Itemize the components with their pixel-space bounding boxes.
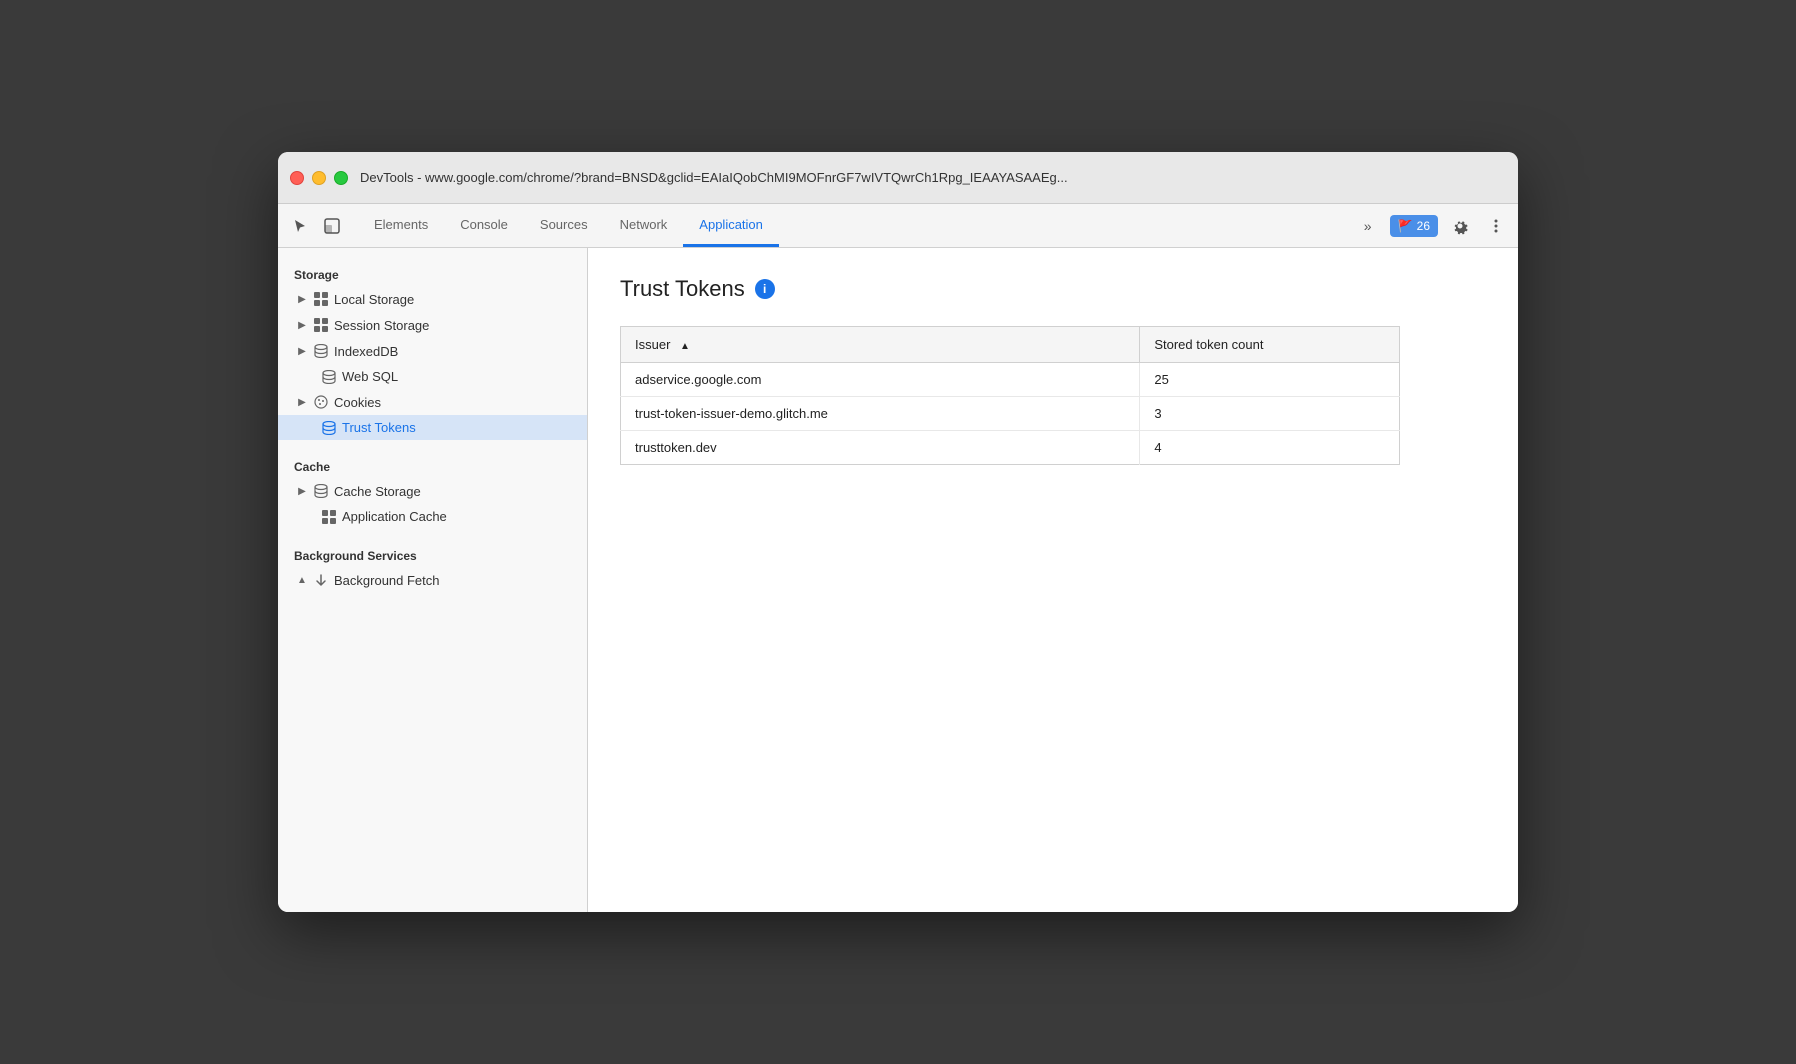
sidebar-item-session-storage[interactable]: ▶ Session Storage [278,312,587,338]
maximize-button[interactable] [334,171,348,185]
background-services-section-title: Background Services [278,541,587,567]
trust-tokens-table: Issuer ▲ Stored token count adservice.go… [620,326,1400,465]
tab-network[interactable]: Network [604,204,684,247]
close-button[interactable] [290,171,304,185]
toolbar-left [286,204,346,247]
cache-storage-icon [314,484,328,498]
cache-storage-label: Cache Storage [334,484,421,499]
expand-arrow-icon: ▶ [294,291,310,307]
cursor-icon[interactable] [286,212,314,240]
count-cell: 25 [1140,363,1400,397]
sidebar-item-cache-storage[interactable]: ▶ Cache Storage [278,478,587,504]
issues-count: 26 [1417,219,1430,233]
dock-icon[interactable] [318,212,346,240]
more-options-button[interactable] [1482,212,1510,240]
sidebar-item-local-storage[interactable]: ▶ Local Storage [278,286,587,312]
devtools-window: DevTools - www.google.com/chrome/?brand=… [278,152,1518,912]
settings-button[interactable] [1446,212,1474,240]
tabs-container: Elements Console Sources Network Applica… [358,204,1346,247]
table-row: trusttoken.dev 4 [621,431,1400,465]
sidebar: Storage ▶ Local Storage ▶ [278,248,588,912]
indexed-db-icon [314,344,328,358]
expand-arrow-icon: ▶ [294,483,310,499]
sidebar-item-indexed-db[interactable]: ▶ IndexedDB [278,338,587,364]
sidebar-item-cookies[interactable]: ▶ Cookies [278,389,587,415]
tab-bar: Elements Console Sources Network Applica… [278,204,1518,248]
local-storage-label: Local Storage [334,292,414,307]
expand-arrow-icon: ▶ [294,343,310,359]
tab-sources[interactable]: Sources [524,204,604,247]
token-count-column-header[interactable]: Stored token count [1140,327,1400,363]
session-storage-label: Session Storage [334,318,429,333]
trust-tokens-icon [322,421,336,435]
toolbar-right: » 🚩 26 [1354,204,1510,247]
application-cache-label: Application Cache [342,509,447,524]
issuer-cell: trust-token-issuer-demo.glitch.me [621,397,1140,431]
traffic-lights [290,171,348,185]
page-title: Trust Tokens [620,276,745,302]
sidebar-item-background-fetch[interactable]: ▲ Background Fetch [278,567,587,593]
issues-flag-icon: 🚩 [1398,219,1413,233]
main-content: Storage ▶ Local Storage ▶ [278,248,1518,912]
tab-application[interactable]: Application [683,204,779,247]
background-fetch-icon [314,573,328,587]
info-icon[interactable]: i [755,279,775,299]
window-title: DevTools - www.google.com/chrome/?brand=… [360,170,1068,185]
tab-console[interactable]: Console [444,204,524,247]
expand-arrow-icon: ▶ [294,394,310,410]
expand-arrow-icon: ▲ [294,572,310,588]
count-cell: 4 [1140,431,1400,465]
cache-section-title: Cache [278,452,587,478]
count-cell: 3 [1140,397,1400,431]
issuer-column-header[interactable]: Issuer ▲ [621,327,1140,363]
local-storage-icon [314,292,328,306]
table-row: trust-token-issuer-demo.glitch.me 3 [621,397,1400,431]
sidebar-item-application-cache[interactable]: Application Cache [278,504,587,529]
issues-badge-button[interactable]: 🚩 26 [1390,215,1438,237]
trust-tokens-label: Trust Tokens [342,420,416,435]
expand-arrow-icon: ▶ [294,317,310,333]
web-sql-label: Web SQL [342,369,398,384]
background-fetch-label: Background Fetch [334,573,440,588]
issuer-cell: adservice.google.com [621,363,1140,397]
more-tabs-button[interactable]: » [1354,212,1382,240]
session-storage-icon [314,318,328,332]
title-bar: DevTools - www.google.com/chrome/?brand=… [278,152,1518,204]
sidebar-item-web-sql[interactable]: Web SQL [278,364,587,389]
issuer-cell: trusttoken.dev [621,431,1140,465]
sidebar-item-trust-tokens[interactable]: Trust Tokens [278,415,587,440]
minimize-button[interactable] [312,171,326,185]
tab-elements[interactable]: Elements [358,204,444,247]
content-area: Trust Tokens i Issuer ▲ Stored token cou… [588,248,1518,912]
indexed-db-label: IndexedDB [334,344,398,359]
cookies-icon [314,395,328,409]
cookies-label: Cookies [334,395,381,410]
page-title-row: Trust Tokens i [620,276,1486,302]
app-cache-icon [322,510,336,524]
storage-section-title: Storage [278,260,587,286]
table-row: adservice.google.com 25 [621,363,1400,397]
sort-arrow-icon: ▲ [680,341,690,352]
web-sql-icon [322,370,336,384]
